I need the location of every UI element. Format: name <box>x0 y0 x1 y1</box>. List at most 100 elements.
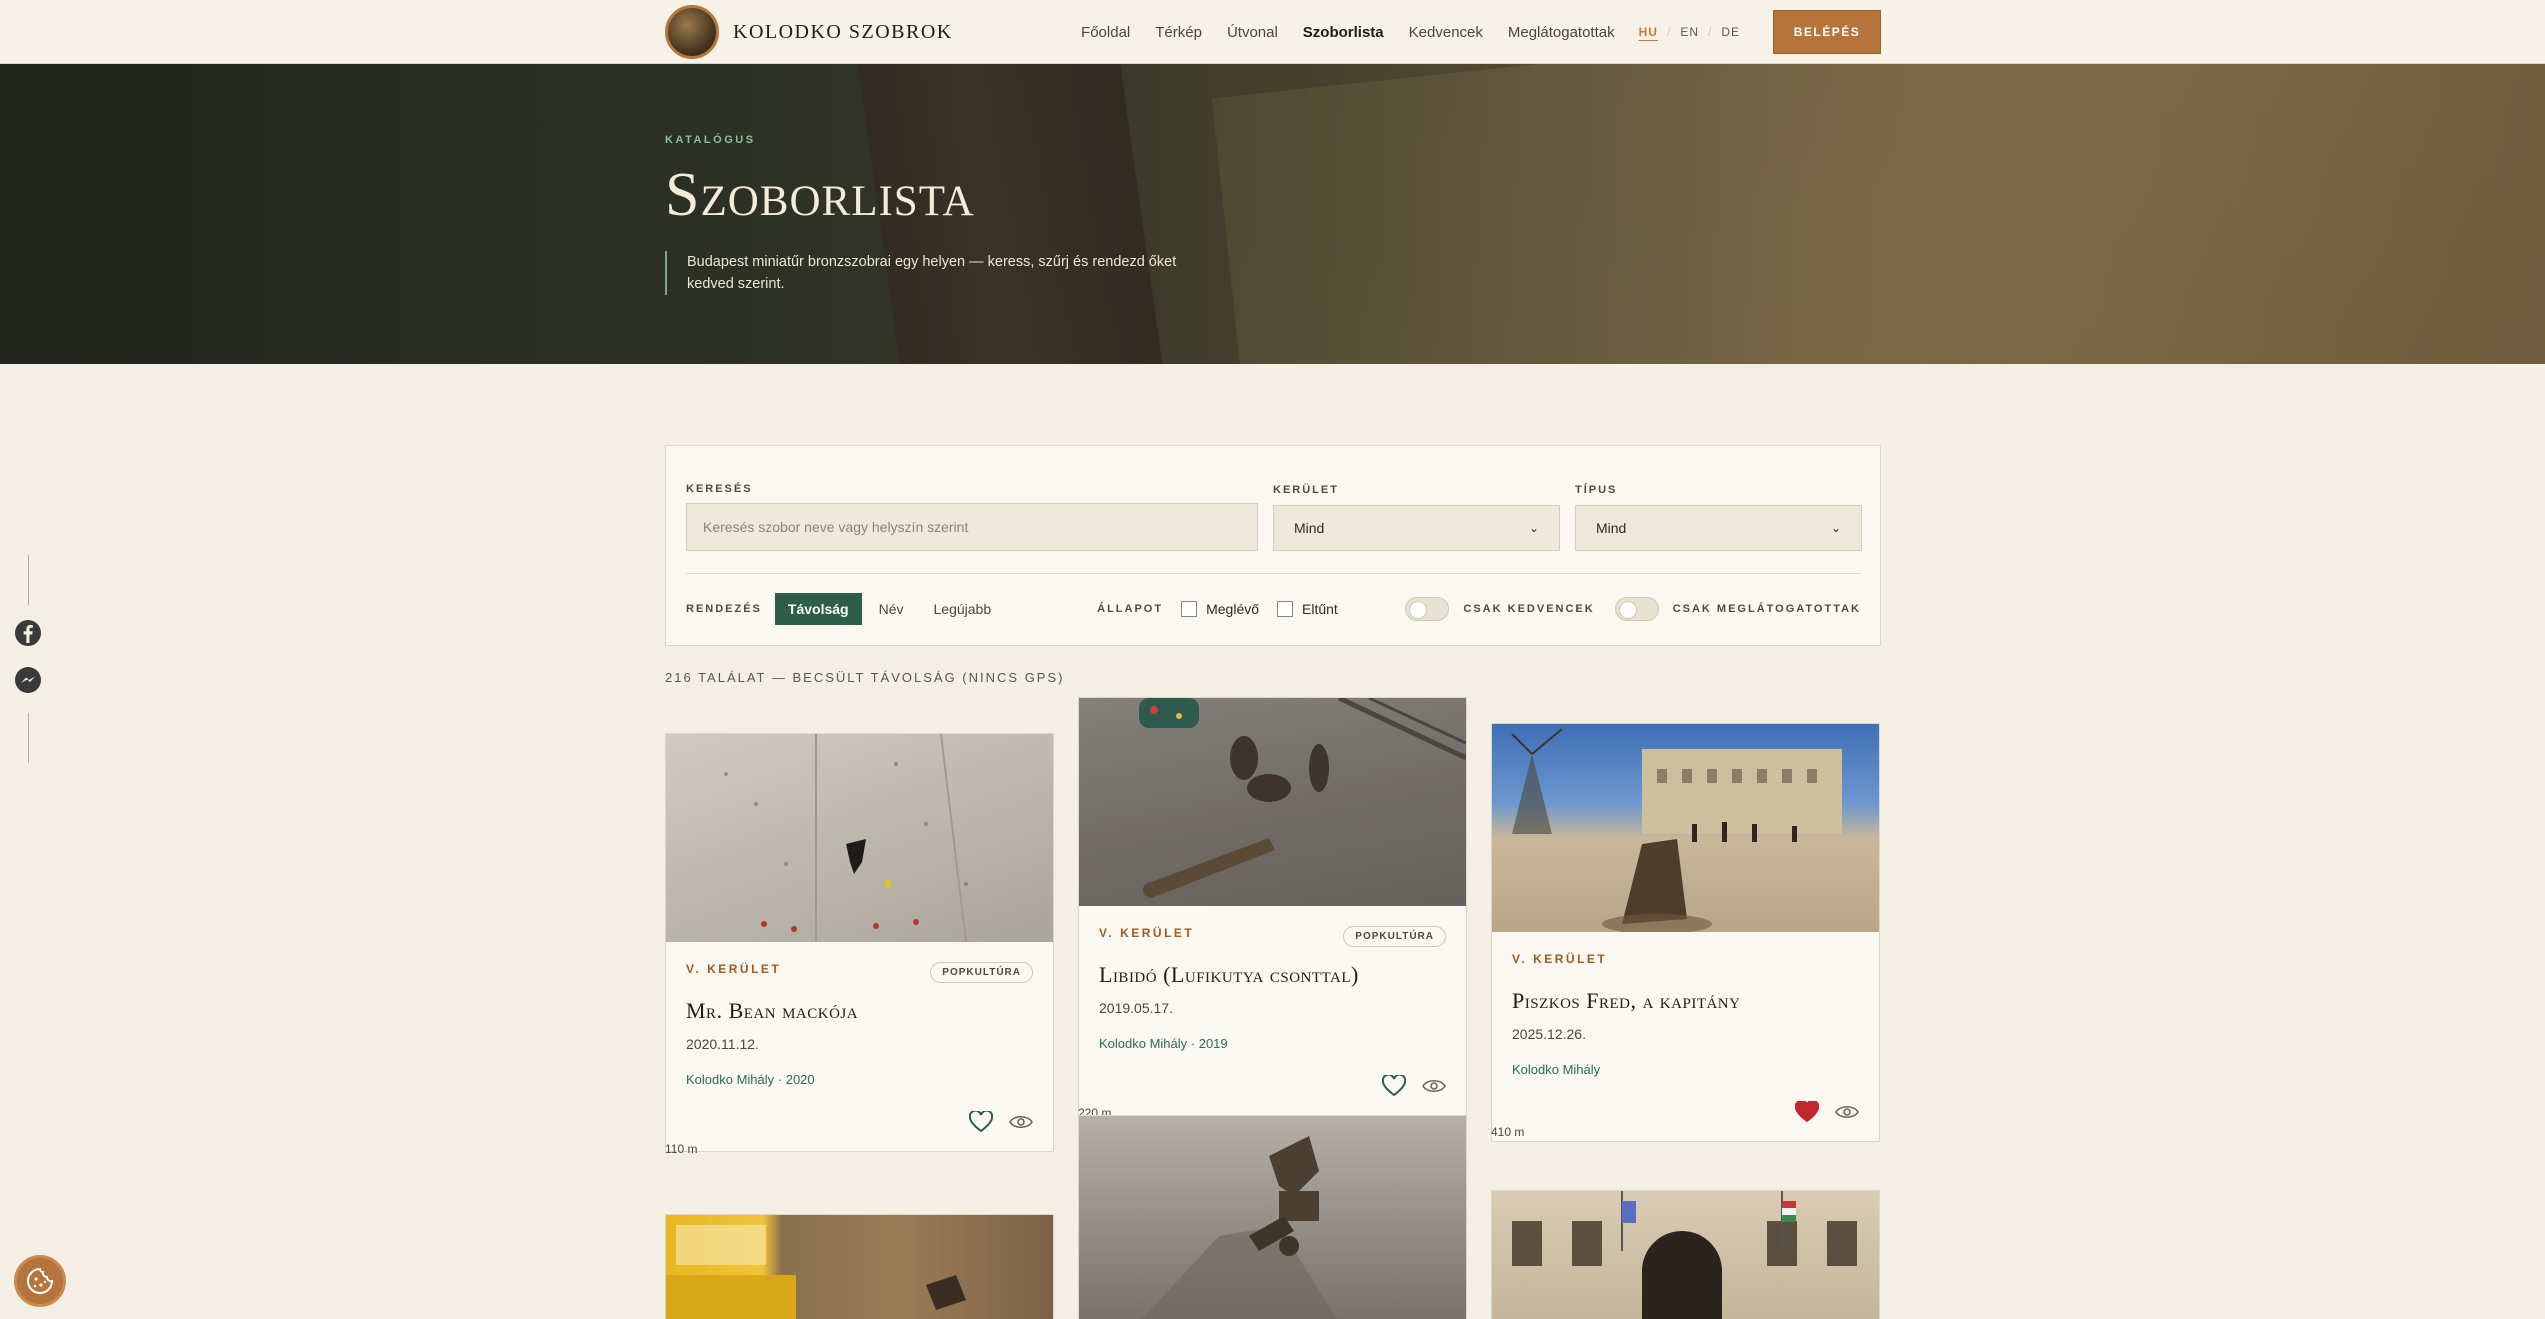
favorites-only-label: CSAK KEDVENCEK <box>1463 603 1595 615</box>
type-select-value: Mind <box>1596 520 1627 536</box>
district-select[interactable]: Mind ⌄ <box>1273 505 1560 551</box>
visited-only-toggle[interactable]: CSAK MEGLÁTOGATOTTAK <box>1614 597 1861 621</box>
statue-photo[interactable] <box>1492 724 1879 932</box>
statue-card[interactable] <box>1078 1115 1467 1319</box>
nav-links: Főoldal Térkép Útvonal Szoborlista Kedve… <box>1056 10 1881 54</box>
cookie-icon <box>27 1267 54 1294</box>
brand-name[interactable]: KOLODKO SZOBROK <box>733 21 953 44</box>
card-author: Kolodko Mihály · 2020 <box>686 1072 815 1087</box>
statue-photo[interactable] <box>1079 1116 1466 1319</box>
eye-icon[interactable] <box>1422 1078 1446 1094</box>
statue-photo-art <box>1512 1191 1857 1319</box>
card-date: 2025.12.26. <box>1512 1026 1586 1042</box>
district-label: KERÜLET <box>1273 484 1339 496</box>
heart-outline-icon[interactable] <box>1382 1075 1406 1097</box>
lang-separator: / <box>1666 25 1672 39</box>
eye-icon[interactable] <box>1835 1104 1859 1120</box>
toggle-switch[interactable] <box>1405 597 1450 621</box>
statue-photo[interactable] <box>666 1215 1053 1319</box>
card-body: V. KERÜLET POPKULTÚRA Mr. Bean mackója 2… <box>666 942 1053 1151</box>
state-label: ÁLLAPOT <box>1097 603 1164 615</box>
district-select-value: Mind <box>1294 520 1325 536</box>
filter-panel: KERESÉS Keresés szobor neve vagy helyszí… <box>665 445 1881 646</box>
card-date: 2019.05.17. <box>1099 1000 1173 1016</box>
hero-text: KATALÓGUS Szoborlista Budapest miniatűr … <box>665 134 1185 295</box>
card-body: V. KERÜLET POPKULTÚRA Libidó (Lufikutya … <box>1079 906 1466 1115</box>
nav-link-statue-list[interactable]: Szoborlista <box>1303 24 1384 41</box>
hero-eyebrow: KATALÓGUS <box>665 134 756 146</box>
card-author: Kolodko Mihály · 2019 <box>1099 1036 1228 1051</box>
state-vanished-checkbox[interactable]: Eltűnt <box>1277 601 1338 617</box>
heart-filled-icon[interactable] <box>1795 1101 1819 1123</box>
hero-subtitle: Budapest miniatűr bronzszobrai egy helye… <box>665 251 1185 295</box>
hero-overlay <box>0 64 2545 364</box>
statue-card[interactable]: V. KERÜLET POPKULTÚRA Mr. Bean mackója 2… <box>665 733 1054 1152</box>
sort-newest-button[interactable]: Legújabb <box>921 593 1005 625</box>
visited-only-label: CSAK MEGLÁTOGATOTTAK <box>1672 603 1861 615</box>
login-button[interactable]: BELÉPÉS <box>1773 10 1881 54</box>
statue-card[interactable] <box>1491 1190 1880 1319</box>
sort-distance-button[interactable]: Távolság <box>774 593 862 625</box>
card-actions <box>686 1107 1033 1151</box>
page-title: Szoborlista <box>665 161 975 229</box>
nav-link-favorites[interactable]: Kedvencek <box>1409 24 1483 41</box>
card-title[interactable]: Piszkos Fred, a kapitány <box>1512 988 1859 1014</box>
facebook-icon[interactable] <box>14 619 42 647</box>
nav-link-route[interactable]: Útvonal <box>1227 24 1278 41</box>
type-label: TÍPUS <box>1575 484 1618 496</box>
card-title[interactable]: Libidó (Lufikutya csonttal) <box>1099 962 1446 988</box>
lang-separator: / <box>1707 25 1713 39</box>
lang-de[interactable]: DE <box>1721 25 1740 39</box>
sort-name-button[interactable]: Név <box>866 593 917 625</box>
nav-link-map[interactable]: Térkép <box>1155 24 1202 41</box>
statue-photo-art <box>724 734 968 942</box>
navbar-inner: KOLODKO SZOBROK Főoldal Térkép Útvonal S… <box>665 0 1881 64</box>
lang-hu[interactable]: HU <box>1639 25 1658 39</box>
card-date: 2020.11.12. <box>686 1036 759 1052</box>
statue-photo-art <box>1141 1136 1338 1319</box>
sort-filter-row: RENDEZÉS Távolság Név Legújabb ÁLLAPOT M… <box>686 592 1861 626</box>
state-vanished-label: Eltűnt <box>1302 601 1338 617</box>
card-author: Kolodko Mihály <box>1512 1062 1601 1077</box>
favorites-only-toggle[interactable]: CSAK KEDVENCEK <box>1405 597 1594 621</box>
checkbox-box[interactable] <box>1181 601 1198 617</box>
social-line-top <box>28 555 29 605</box>
panel-divider <box>686 573 1861 574</box>
card-distance: 110 m <box>665 1142 698 1156</box>
statue-photo-art <box>666 1225 966 1319</box>
card-district: V. KERÜLET <box>1512 952 1608 966</box>
statue-photo-art <box>1079 698 1466 906</box>
statue-photo[interactable] <box>666 734 1053 942</box>
statue-card[interactable]: V. KERÜLET POPKULTÚRA Libidó (Lufikutya … <box>1078 697 1467 1116</box>
card-actions <box>1512 1097 1859 1141</box>
checkbox-box[interactable] <box>1277 601 1294 617</box>
search-placeholder: Keresés szobor neve vagy helyszín szerin… <box>703 519 969 535</box>
state-existing-label: Meglévő <box>1206 601 1260 617</box>
nav-link-visited[interactable]: Meglátogatottak <box>1508 24 1615 41</box>
site-logo[interactable] <box>665 5 719 59</box>
state-existing-checkbox[interactable]: Meglévő <box>1181 601 1259 617</box>
heart-outline-icon[interactable] <box>969 1111 993 1133</box>
statue-photo-art <box>1511 728 1842 932</box>
social-line-bottom <box>28 713 29 763</box>
toggle-switch[interactable] <box>1614 597 1659 621</box>
messenger-icon[interactable] <box>14 666 42 694</box>
card-actions <box>1099 1071 1446 1115</box>
cookie-settings-button[interactable] <box>14 1255 66 1307</box>
statue-photo[interactable] <box>1079 698 1466 906</box>
card-distance: 410 m <box>1491 1125 1525 1139</box>
nav-link-home[interactable]: Főoldal <box>1081 24 1130 41</box>
sort-label: RENDEZÉS <box>686 603 762 615</box>
category-badge: POPKULTÚRA <box>1343 926 1446 947</box>
card-title[interactable]: Mr. Bean mackója <box>686 998 1033 1024</box>
search-input[interactable]: Keresés szobor neve vagy helyszín szerin… <box>686 503 1258 551</box>
lang-en[interactable]: EN <box>1680 25 1699 39</box>
hero-banner: KATALÓGUS Szoborlista Budapest miniatűr … <box>0 64 2545 364</box>
statue-card[interactable] <box>665 1214 1054 1319</box>
type-select[interactable]: Mind ⌄ <box>1575 505 1862 551</box>
language-switcher: HU / EN / DE <box>1639 25 1740 39</box>
social-sidebar <box>12 555 44 763</box>
eye-icon[interactable] <box>1009 1114 1033 1130</box>
statue-card[interactable]: V. KERÜLET Piszkos Fred, a kapitány 2025… <box>1491 723 1880 1142</box>
statue-photo[interactable] <box>1492 1191 1879 1319</box>
